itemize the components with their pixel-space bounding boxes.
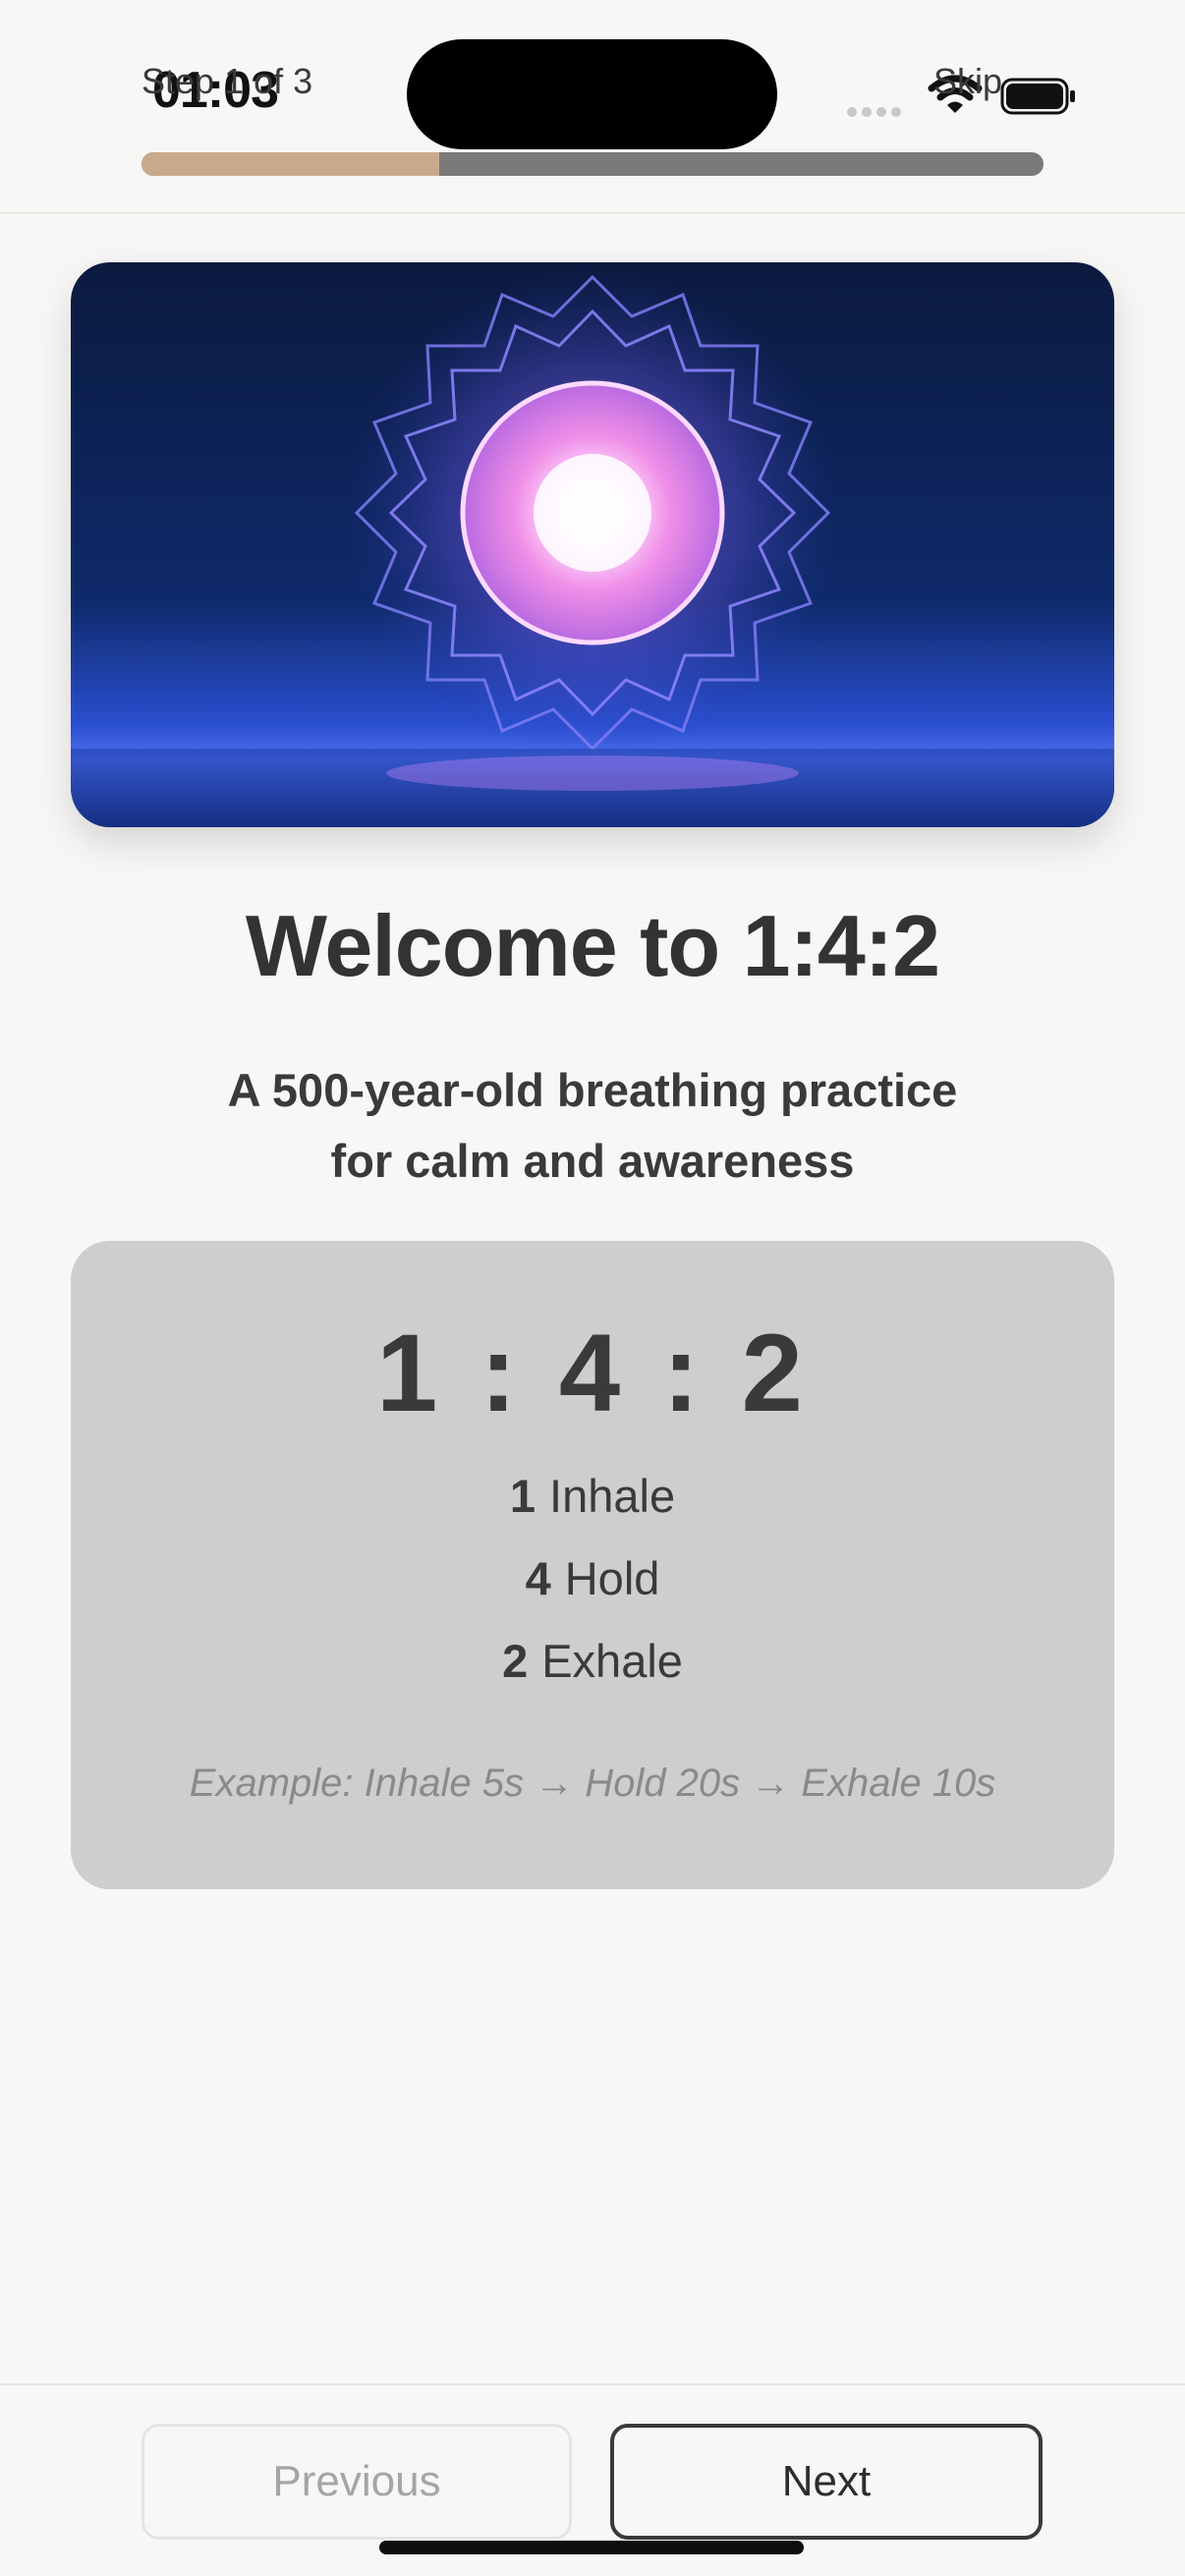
progress-fill — [141, 152, 439, 176]
dynamic-island — [407, 39, 777, 149]
ratio-display: 1 : 4 : 2 — [376, 1312, 809, 1434]
previous-button[interactable]: Previous — [141, 2424, 572, 2540]
subtitle-line-2: for calm and awareness — [330, 1135, 855, 1187]
ratio-row-inhale: 1 Inhale — [71, 1469, 1114, 1523]
footer-divider — [0, 2383, 1185, 2385]
ratio-row-hold: 4 Hold — [71, 1551, 1114, 1605]
subtitle: A 500-year-old breathing practice for ca… — [0, 1055, 1185, 1197]
ratio-number: 1 — [509, 1470, 536, 1522]
subtitle-line-1: A 500-year-old breathing practice — [227, 1064, 958, 1116]
step-indicator: Step 1 of 3 — [141, 61, 313, 101]
progress-bar — [141, 152, 1044, 176]
ratio-label: Inhale — [549, 1470, 676, 1522]
home-indicator — [379, 2541, 804, 2554]
ratio-label: Hold — [564, 1552, 660, 1604]
page-title: Welcome to 1:4:2 — [245, 897, 940, 994]
header-divider — [0, 212, 1185, 214]
example-text: Example: Inhale 5s → Hold 20s → Exhale 1… — [189, 1762, 996, 1805]
ratio-number: 2 — [502, 1635, 529, 1687]
ratio-number: 4 — [525, 1552, 551, 1604]
next-button[interactable]: Next — [610, 2424, 1043, 2540]
signal-dots-icon — [847, 104, 906, 117]
hero-image — [71, 262, 1114, 827]
ratio-row-exhale: 2 Exhale — [71, 1634, 1114, 1688]
skip-link[interactable]: Skip — [933, 61, 1002, 102]
battery-icon — [1000, 78, 1077, 115]
ratio-card: 1 : 4 : 2 1 Inhale 4 Hold 2 Exhale Example:… — [71, 1241, 1114, 1889]
ratio-label: Exhale — [541, 1635, 683, 1687]
